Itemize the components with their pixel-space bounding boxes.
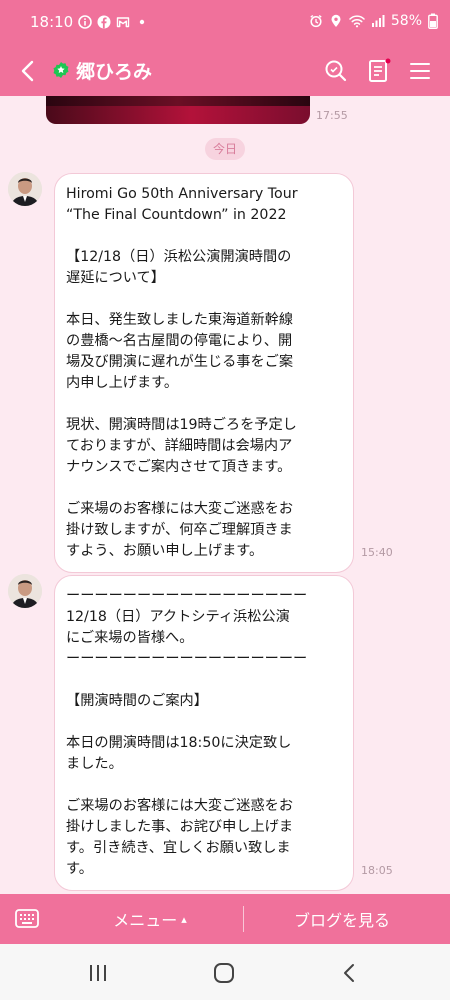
message-line [66, 226, 343, 247]
message-line: 【12/18（日）浜松公演開演時間の [66, 249, 292, 265]
dot-icon [139, 19, 145, 25]
official-account-badge-icon [53, 62, 69, 78]
message-line: “The Final Countdown” in 2022 [66, 207, 287, 223]
menu-icon[interactable] [406, 57, 434, 85]
home-icon[interactable] [212, 962, 236, 984]
message-line: す。引き続き、宜しくお願い致しま [66, 840, 291, 856]
menu-button[interactable]: メニュー ▴ [60, 894, 240, 944]
status-right-icons: 58% [309, 13, 438, 29]
message-bubble-1[interactable]: Hiromi Go 50th Anniversary Tour “The Fina… [54, 173, 354, 573]
chat-title: 郷ひろみ [76, 61, 153, 83]
status-time: 18:10 [30, 13, 74, 31]
message-line: ーーーーーーーーーーーーーーーーー [66, 588, 308, 604]
menu-label: メニュー [113, 911, 178, 930]
message-line: 場及び開演に遅れが生じる事をご案 [66, 354, 294, 370]
signal-icon [371, 15, 385, 27]
gmail-icon [116, 17, 130, 28]
date-chip: 今日 [205, 138, 245, 160]
message-line: ナウンスでご案内させて頂きます。 [66, 459, 292, 475]
avatar-photo [8, 172, 42, 206]
wifi-icon [349, 15, 365, 28]
message-line [66, 775, 343, 796]
info-icon [78, 15, 92, 29]
back-nav-icon[interactable] [338, 962, 362, 984]
avatar[interactable] [8, 574, 42, 608]
battery-icon [428, 13, 438, 29]
menu-arrow-icon: ▴ [181, 912, 187, 926]
message-line: 掛けしました事、お詫び申し上げま [66, 819, 294, 835]
search-icon[interactable] [322, 57, 350, 85]
message-bubble-2[interactable]: ーーーーーーーーーーーーーーーーー 12/18（日）アクトシティ浜松公演 にご来場の… [54, 575, 354, 891]
message-line: すよう、お願い申し上げます。 [66, 543, 264, 559]
system-nav-bar [0, 944, 450, 1000]
keyboard-icon[interactable] [14, 907, 40, 931]
facebook-icon [97, 15, 111, 29]
message-line: 本日、発生致しました東海道新幹線 [66, 312, 294, 328]
message-line: 本日の開演時間は18:50に決定致し [66, 735, 292, 751]
notes-icon[interactable] [364, 57, 392, 85]
message-line: ご来場のお客様には大変ご迷惑をお [66, 501, 294, 517]
message-line: 遅延について】 [66, 270, 165, 286]
message-line [66, 670, 343, 691]
status-left-icons [78, 15, 149, 29]
battery-percent: 58% [390, 13, 422, 29]
rich-menu-bar: メニュー ▴ ブログを見る [0, 894, 450, 944]
previous-image-banner [46, 96, 310, 106]
message-line: ておりますが、詳細時間は会場内ア [66, 438, 293, 454]
message-line [66, 478, 343, 499]
message-line [66, 712, 343, 733]
previous-image-time: 17:55 [316, 109, 348, 122]
chat-area[interactable]: 17:55 今日 Hiromi Go 50th Anniversary Tour… [0, 96, 450, 894]
alarm-icon [310, 14, 322, 28]
avatar[interactable] [8, 172, 42, 206]
message-line [66, 394, 343, 415]
avatar-photo [8, 574, 42, 608]
message-line: ました。 [66, 756, 123, 772]
message-line: 掛け致しますが、何卒ご理解頂きま [66, 522, 293, 538]
message-line: にご来場の皆様へ。 [66, 630, 194, 646]
message-line [66, 289, 343, 310]
message-line: の豊橋〜名古屋間の停電により、開 [66, 333, 293, 349]
message-line: 現状、開演時間は19時ごろを予定し [66, 417, 297, 433]
message-line: 内申し上げます。 [66, 375, 179, 391]
view-blog-button[interactable]: ブログを見る [244, 894, 440, 944]
location-icon [331, 14, 341, 27]
message-time-1: 15:40 [361, 546, 393, 559]
recent-apps-icon[interactable] [86, 962, 110, 984]
message-line: す。 [66, 861, 93, 877]
message-line: 【開演時間のご案内】 [66, 693, 208, 709]
chat-header: 郷ひろみ [0, 46, 450, 96]
message-line: Hiromi Go 50th Anniversary Tour [66, 186, 298, 202]
message-time-2: 18:05 [361, 864, 393, 877]
message-line: ーーーーーーーーーーーーーーーーー [66, 651, 308, 667]
message-line: ご来場のお客様には大変ご迷惑をお [66, 798, 294, 814]
status-bar: 18:10 58% [0, 0, 450, 46]
message-line: 12/18（日）アクトシティ浜松公演 [66, 609, 290, 625]
previous-image-message[interactable] [46, 96, 310, 124]
back-icon[interactable] [14, 57, 42, 85]
